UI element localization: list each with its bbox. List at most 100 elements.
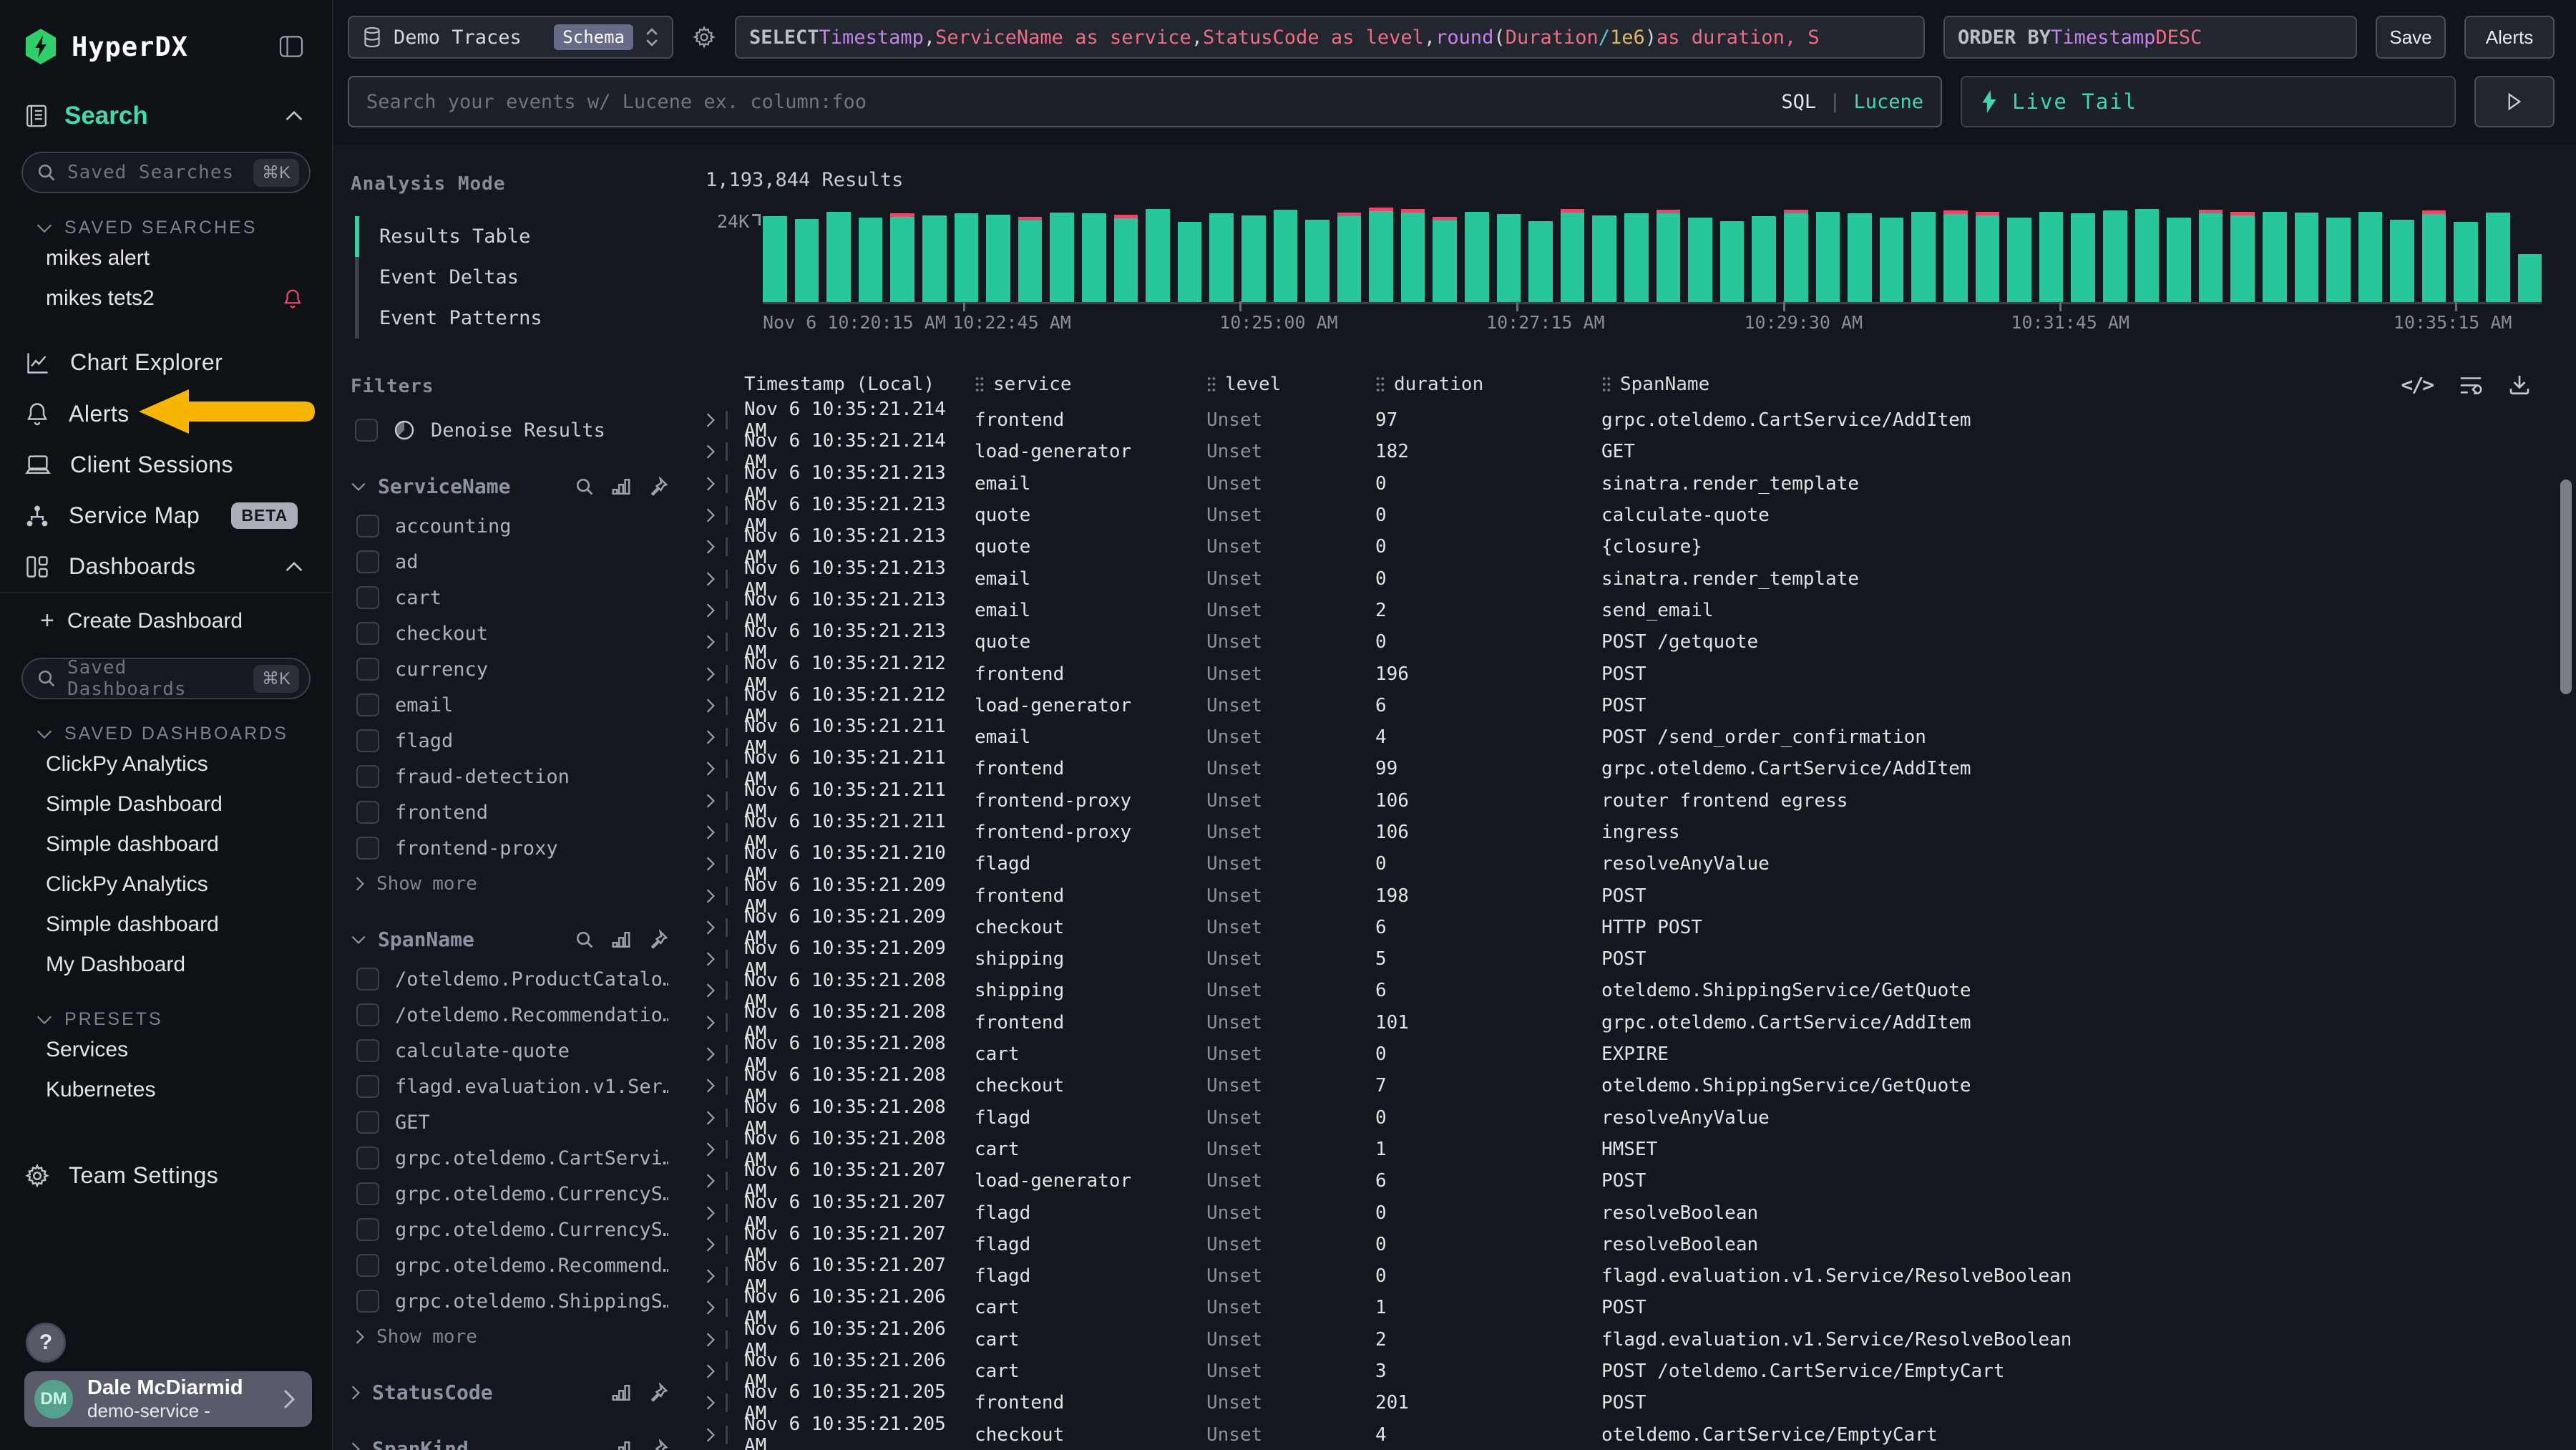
facet-value-row[interactable]: calculate-quote (356, 1033, 668, 1069)
table-row[interactable]: Nov 6 10:35:21.214 AMfrontendUnset97grpc… (706, 404, 2547, 436)
row-expand-icon[interactable] (706, 729, 716, 745)
source-settings-gear-icon[interactable] (692, 25, 716, 49)
saved-dashboard-item[interactable]: Simple Dashboard (0, 784, 332, 824)
histogram-bar[interactable] (955, 213, 979, 303)
table-row[interactable]: Nov 6 10:35:21.209 AMfrontendUnset198POS… (706, 880, 2547, 911)
histogram-bar[interactable] (1050, 213, 1074, 303)
collapse-sidebar-icon[interactable] (279, 36, 303, 57)
facet-checkbox[interactable] (356, 801, 379, 824)
table-row[interactable]: Nov 6 10:35:21.211 AMfrontend-proxyUnset… (706, 817, 2547, 848)
preset-item[interactable]: Services (0, 1030, 332, 1070)
histogram-bar[interactable] (1018, 220, 1043, 303)
row-expand-icon[interactable] (706, 761, 716, 777)
histogram-bar[interactable] (1305, 220, 1330, 303)
histogram-bar[interactable] (1528, 221, 1553, 303)
column-grip-icon[interactable] (1206, 376, 1216, 393)
bars-icon[interactable] (611, 1383, 631, 1402)
live-tail-button[interactable]: Live Tail (1961, 76, 2456, 127)
facet-value-row[interactable]: grpc.oteldemo.CartServi… (356, 1140, 668, 1176)
row-expand-icon[interactable] (706, 634, 716, 650)
preset-item[interactable]: Kubernetes (0, 1070, 332, 1110)
table-row[interactable]: Nov 6 10:35:21.213 AMemailUnset0sinatra.… (706, 468, 2547, 500)
facet-checkbox[interactable] (356, 1290, 379, 1313)
histogram-bar[interactable] (1943, 214, 1968, 303)
histogram-bar[interactable] (2167, 218, 2191, 303)
facet-value-row[interactable]: flagd (356, 723, 668, 759)
facet-value-row[interactable]: grpc.oteldemo.CurrencyS… (356, 1212, 668, 1247)
table-row[interactable]: Nov 6 10:35:21.209 AMshippingUnset5POST (706, 943, 2547, 975)
histogram-bar[interactable] (1082, 213, 1106, 303)
row-expand-icon[interactable] (706, 824, 716, 840)
run-query-button[interactable] (2474, 76, 2555, 127)
row-expand-icon[interactable] (706, 983, 716, 998)
saved-dashboard-item[interactable]: My Dashboard (0, 945, 332, 985)
facet-value-row[interactable]: grpc.oteldemo.CurrencyS… (356, 1176, 668, 1212)
row-expand-icon[interactable] (706, 1427, 716, 1443)
histogram-bar[interactable] (1816, 212, 1840, 303)
results-histogram[interactable]: 24K Nov 6 10:20:15 AM10:22:45 AM10:25:00… (706, 210, 2547, 333)
table-row[interactable]: Nov 6 10:35:21.208 AMcartUnset0EXPIRE (706, 1038, 2547, 1070)
sidebar-item-service-map[interactable]: Service Map BETA (0, 490, 332, 541)
facet-value-row[interactable]: accounting (356, 508, 668, 544)
saved-searches-search-input[interactable]: Saved Searches ⌘K (21, 152, 311, 193)
bars-icon[interactable] (611, 477, 631, 496)
histogram-bar[interactable] (1209, 213, 1234, 303)
histogram-bar[interactable] (1752, 216, 1776, 303)
facet-checkbox[interactable] (356, 1218, 379, 1241)
source-select[interactable]: Demo Traces Schema (348, 16, 673, 59)
saved-search-item[interactable]: mikes alert (0, 238, 332, 278)
facet-header[interactable]: StatusCode (351, 1381, 668, 1404)
histogram-bar[interactable] (1274, 210, 1298, 303)
table-row[interactable]: Nov 6 10:35:21.212 AMfrontendUnset196POS… (706, 658, 2547, 689)
chevron-up-icon[interactable] (285, 110, 303, 122)
histogram-bar[interactable] (2071, 213, 2095, 303)
table-row[interactable]: Nov 6 10:35:21.210 AMflagdUnset0resolveA… (706, 848, 2547, 880)
row-expand-icon[interactable] (706, 1237, 716, 1252)
row-expand-icon[interactable] (706, 539, 716, 555)
facet-value-row[interactable]: cart (356, 580, 668, 615)
histogram-bar[interactable] (1624, 213, 1649, 303)
row-expand-icon[interactable] (706, 603, 716, 618)
facet-value-row[interactable]: /oteldemo.Recommendatio… (356, 997, 668, 1033)
facet-value-row[interactable]: frontend-proxy (356, 830, 668, 866)
histogram-bar[interactable] (986, 215, 1010, 303)
row-expand-icon[interactable] (706, 793, 716, 809)
histogram-bar[interactable] (2135, 209, 2160, 303)
sidebar-item-team-settings[interactable]: Team Settings (0, 1150, 332, 1201)
saved-dashboards-search-input[interactable]: Saved Dashboards ⌘K (21, 658, 311, 699)
table-row[interactable]: Nov 6 10:35:21.205 AMfrontendUnset201POS… (706, 1387, 2547, 1419)
chevron-up-icon[interactable] (285, 561, 303, 573)
table-row[interactable]: Nov 6 10:35:21.213 AMemailUnset2send_ema… (706, 595, 2547, 626)
row-expand-icon[interactable] (706, 1078, 716, 1094)
histogram-bar[interactable] (1497, 214, 1521, 303)
facet-value-row[interactable]: GET (356, 1104, 668, 1140)
histogram-bar[interactable] (2263, 212, 2287, 303)
lang-toggle-lucene[interactable]: Lucene (1853, 91, 1923, 113)
histogram-bar[interactable] (1592, 215, 1616, 303)
facet-checkbox[interactable] (356, 586, 379, 609)
table-row[interactable]: Nov 6 10:35:21.211 AMfrontendUnset99grpc… (706, 753, 2547, 784)
saved-dashboards-group-header[interactable]: SAVED DASHBOARDS (0, 699, 332, 744)
column-header-dur[interactable]: duration (1375, 374, 1601, 395)
pin-icon[interactable] (648, 1383, 668, 1403)
denoise-results-toggle[interactable]: Denoise Results (355, 419, 668, 442)
facet-checkbox[interactable] (356, 694, 379, 716)
histogram-bar[interactable] (890, 217, 914, 303)
search-icon[interactable] (575, 477, 594, 496)
facet-value-row[interactable]: flagd.evaluation.v1.Ser… (356, 1069, 668, 1104)
facet-checkbox[interactable] (356, 1254, 379, 1277)
histogram-bar[interactable] (2518, 254, 2542, 303)
histogram-bar[interactable] (859, 218, 883, 303)
vertical-scrollbar[interactable] (2560, 480, 2572, 694)
histogram-bar[interactable] (2103, 210, 2127, 303)
histogram-bar[interactable] (1337, 216, 1362, 303)
histogram-bar[interactable] (763, 216, 787, 303)
analysis-mode-event-deltas[interactable]: Event Deltas (355, 257, 668, 298)
save-button[interactable]: Save (2376, 16, 2446, 59)
analysis-mode-results-table[interactable]: Results Table (355, 216, 668, 257)
row-expand-icon[interactable] (706, 1395, 716, 1411)
show-more-button[interactable]: Show more (351, 866, 668, 895)
table-row[interactable]: Nov 6 10:35:21.206 AMcartUnset3POST /ote… (706, 1356, 2547, 1387)
histogram-bar[interactable] (1178, 222, 1202, 303)
table-row[interactable]: Nov 6 10:35:21.214 AMload-generatorUnset… (706, 436, 2547, 467)
